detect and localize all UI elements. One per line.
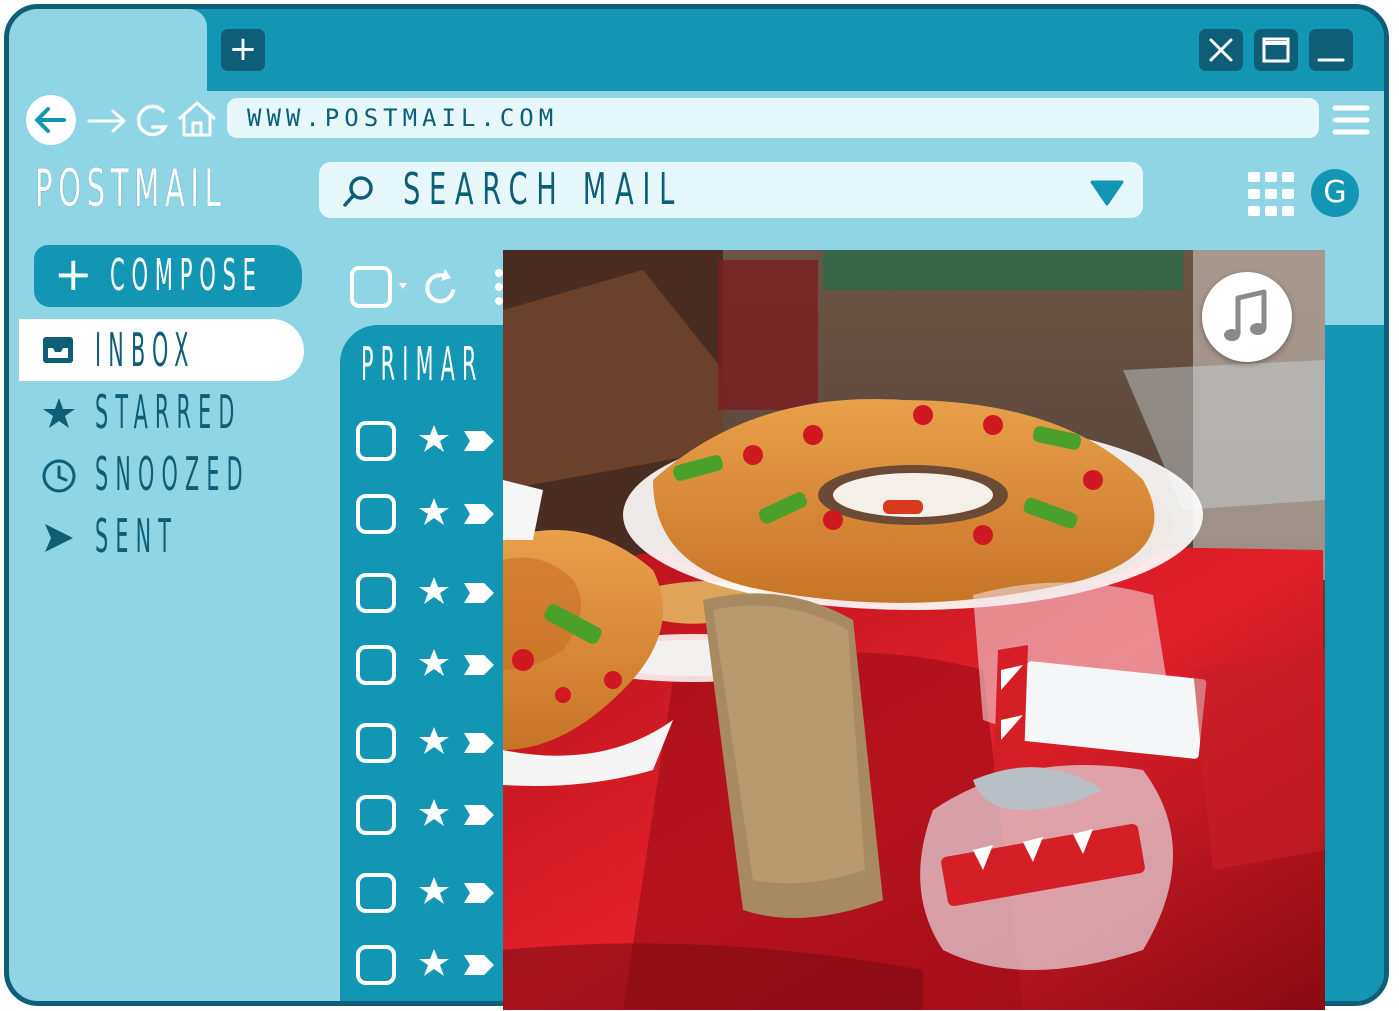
- tab-primary[interactable]: PRIMAR: [361, 334, 484, 394]
- label-icon[interactable]: [464, 805, 494, 825]
- sidebar-item-label: INBOX: [95, 323, 196, 377]
- select-all-checkbox[interactable]: [350, 266, 392, 308]
- checkbox-icon[interactable]: [356, 723, 396, 763]
- sidebar-item-label: STARRED: [95, 385, 242, 439]
- close-window-button[interactable]: [1199, 29, 1243, 71]
- reload-icon[interactable]: [133, 101, 173, 141]
- mail-row[interactable]: [354, 643, 514, 687]
- star-icon: [43, 398, 75, 428]
- mail-row[interactable]: [354, 419, 514, 463]
- close-icon: [1209, 38, 1233, 62]
- label-icon[interactable]: [464, 583, 494, 603]
- checkbox-icon[interactable]: [356, 795, 396, 835]
- compose-label: COMPOSE: [110, 250, 263, 301]
- sidebar-item-label: SNOOZED: [95, 447, 250, 501]
- label-icon[interactable]: [464, 883, 494, 903]
- back-button[interactable]: [26, 95, 76, 145]
- star-icon[interactable]: [419, 949, 449, 976]
- checkbox-icon[interactable]: [356, 573, 396, 613]
- mail-row[interactable]: [354, 871, 514, 915]
- label-icon[interactable]: [464, 955, 494, 975]
- label-icon[interactable]: [464, 733, 494, 753]
- checkbox-icon[interactable]: [356, 421, 396, 461]
- star-icon[interactable]: [419, 498, 449, 525]
- checkbox-icon[interactable]: [356, 494, 396, 534]
- plus-icon: +: [54, 247, 93, 301]
- minimize-icon: [1317, 58, 1345, 62]
- star-icon[interactable]: [419, 877, 449, 904]
- inbox-icon: [43, 337, 73, 363]
- sidebar-item-label: SENT: [95, 509, 179, 563]
- maximize-window-button[interactable]: [1254, 29, 1298, 71]
- compose-button[interactable]: + COMPOSE: [34, 245, 302, 307]
- mail-toolbar: [350, 266, 503, 308]
- more-options-icon[interactable]: [495, 269, 503, 305]
- hamburger-menu-icon[interactable]: [1331, 102, 1371, 138]
- sidebar-item-starred[interactable]: STARRED: [19, 381, 304, 443]
- star-icon[interactable]: [419, 799, 449, 826]
- clock-icon: [42, 459, 76, 493]
- apps-grid-icon[interactable]: [1246, 170, 1298, 220]
- mail-row[interactable]: [354, 943, 514, 987]
- mail-row[interactable]: [354, 571, 514, 615]
- select-dropdown-icon[interactable]: [399, 283, 407, 289]
- title-bar: [9, 9, 1384, 91]
- label-icon[interactable]: [464, 431, 494, 451]
- sidebar-item-snoozed[interactable]: SNOOZED: [19, 443, 304, 505]
- address-bar[interactable]: WWW.POSTMAIL.COM: [227, 98, 1319, 138]
- photo-overlay: [503, 250, 1325, 1010]
- mail-row[interactable]: [354, 492, 514, 536]
- music-note-icon: [1224, 289, 1267, 341]
- postmail-logo: POSTMAIL: [35, 159, 227, 219]
- account-avatar[interactable]: G: [1311, 169, 1359, 217]
- active-tab[interactable]: [9, 9, 207, 99]
- sidebar-item-inbox[interactable]: INBOX: [19, 319, 304, 381]
- star-icon[interactable]: [419, 649, 449, 676]
- back-arrow-icon: [35, 107, 66, 133]
- star-icon[interactable]: [419, 577, 449, 604]
- checkbox-icon[interactable]: [356, 873, 396, 913]
- label-icon[interactable]: [464, 504, 494, 524]
- label-icon[interactable]: [464, 655, 494, 675]
- mail-row[interactable]: [354, 721, 514, 765]
- sidebar-item-sent[interactable]: SENT: [19, 505, 304, 567]
- star-icon[interactable]: [419, 727, 449, 754]
- search-icon: [343, 176, 373, 207]
- mail-row[interactable]: [354, 793, 514, 837]
- forward-arrow-icon[interactable]: [85, 103, 131, 139]
- checkbox-icon[interactable]: [356, 945, 396, 985]
- star-icon[interactable]: [419, 425, 449, 452]
- minimize-window-button[interactable]: [1309, 29, 1353, 71]
- new-tab-button[interactable]: +: [221, 29, 265, 71]
- chevron-down-icon[interactable]: [1089, 178, 1125, 206]
- bakery-photo: [503, 250, 1325, 1010]
- search-bar[interactable]: SEARCH MAIL: [319, 162, 1143, 218]
- search-input[interactable]: SEARCH MAIL: [403, 162, 683, 218]
- music-button[interactable]: [1202, 272, 1292, 362]
- send-icon: [45, 524, 73, 552]
- maximize-icon: [1262, 37, 1290, 63]
- refresh-icon[interactable]: [425, 269, 455, 304]
- home-icon[interactable]: [175, 97, 219, 139]
- checkbox-icon[interactable]: [356, 645, 396, 685]
